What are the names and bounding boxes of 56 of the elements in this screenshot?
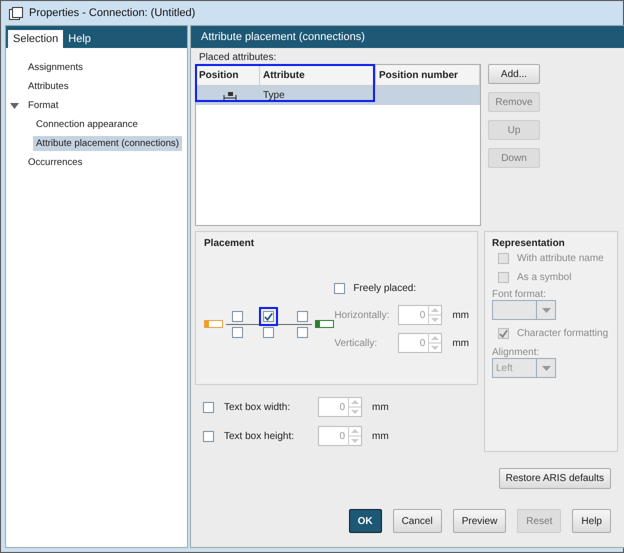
checkbox[interactable]: [297, 327, 308, 338]
unit-label: mm: [372, 402, 389, 412]
checkbox-label: Character formatting: [517, 328, 608, 339]
tree-item[interactable]: Assignments: [25, 60, 86, 75]
source-object-icon: [204, 320, 223, 328]
dialog-button[interactable]: Help: [572, 509, 611, 533]
tab[interactable]: Selection: [8, 30, 64, 48]
dropdown-arrow-icon: [542, 308, 550, 312]
field-label: Alignment:: [492, 347, 540, 358]
unit-label: mm: [452, 338, 469, 348]
window-title: Properties - Connection: (Untitled): [29, 7, 196, 19]
position-icon: [222, 92, 236, 100]
dropdown-arrow-icon: [542, 366, 550, 370]
tree-item[interactable]: Format: [25, 98, 62, 113]
target-object-icon: [315, 320, 334, 328]
checkbox-label: With attribute name: [517, 253, 604, 264]
checkbox[interactable]: [263, 327, 274, 338]
spinner-arrows-icon: [428, 333, 442, 353]
table-cell-text: Type: [262, 89, 286, 103]
tree-item[interactable]: Attribute placement (connections): [33, 136, 182, 151]
spinner-arrows-icon: [428, 305, 442, 325]
field-label: Vertically:: [334, 338, 378, 348]
tree-item[interactable]: Attributes: [25, 79, 72, 94]
spinner-arrows-icon: [348, 426, 361, 446]
tree-item[interactable]: Occurrences: [25, 155, 86, 170]
checkbox-label: As a symbol: [517, 272, 572, 283]
tab[interactable]: Help: [63, 30, 96, 48]
field-label: Text box height:: [224, 430, 296, 442]
dialog-button[interactable]: Cancel: [392, 509, 442, 533]
restore-defaults-button[interactable]: Restore ARIS defaults: [498, 468, 611, 489]
spinner-arrows-icon: [348, 397, 361, 417]
field-label: Font format:: [492, 289, 547, 300]
checkbox[interactable]: [297, 311, 308, 322]
checkbox-label: Freely placed:: [353, 282, 416, 294]
field-label: Text box width:: [224, 402, 292, 412]
tree-item[interactable]: Connection appearance: [33, 117, 141, 132]
column-header[interactable]: Position number: [376, 65, 480, 85]
window-icon: [9, 6, 23, 20]
group-title: Representation: [492, 238, 566, 249]
unit-label: mm: [372, 430, 389, 442]
table-row[interactable]: Type: [196, 86, 480, 105]
column-header[interactable]: Position: [196, 65, 260, 85]
group-title: Placement: [204, 238, 256, 249]
dialog-button[interactable]: OK: [348, 509, 382, 533]
section-label: Placed attributes:: [199, 52, 278, 63]
page-header: Attribute placement (connections): [191, 26, 624, 48]
field-label: Horizontally:: [334, 310, 390, 320]
checkbox[interactable]: [232, 327, 243, 338]
list-button[interactable]: Add...: [488, 64, 540, 84]
checkbox[interactable]: [232, 311, 243, 322]
checkbox[interactable]: [203, 430, 214, 442]
unit-label: mm: [452, 310, 469, 320]
column-header[interactable]: Attribute: [260, 65, 376, 85]
checkbox[interactable]: [203, 402, 214, 412]
checkbox[interactable]: [334, 282, 346, 294]
dialog-button[interactable]: Preview: [452, 509, 506, 533]
